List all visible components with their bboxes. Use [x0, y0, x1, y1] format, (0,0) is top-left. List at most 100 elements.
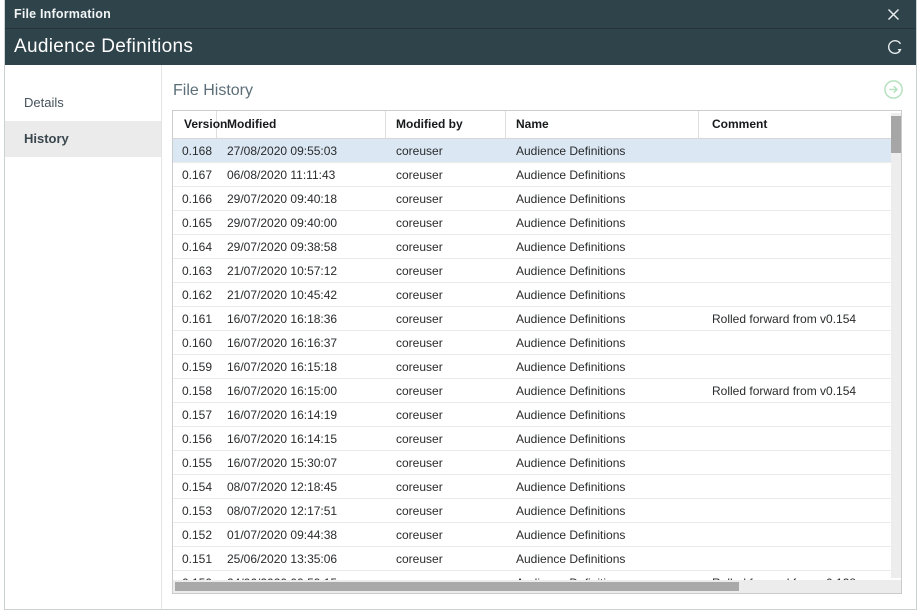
- table-row[interactable]: 0.166 29/07/2020 09:40:18 coreuser Audie…: [173, 187, 891, 211]
- table-row[interactable]: 0.159 16/07/2020 16:15:18 coreuser Audie…: [173, 355, 891, 379]
- cell-modified: 16/07/2020 16:16:37: [217, 336, 386, 350]
- table-row[interactable]: 0.153 08/07/2020 12:17:51 coreuser Audie…: [173, 499, 891, 523]
- cell-version: 0.166: [173, 192, 217, 206]
- cell-modified-by: coreuser: [386, 480, 506, 494]
- cell-version: 0.153: [173, 504, 217, 518]
- cell-modified: 16/07/2020 16:14:19: [217, 408, 386, 422]
- table-row[interactable]: 0.156 16/07/2020 16:14:15 coreuser Audie…: [173, 427, 891, 451]
- cell-name: Audience Definitions: [506, 288, 699, 302]
- vertical-scrollbar-thumb[interactable]: [891, 116, 901, 153]
- cell-modified: 08/07/2020 12:17:51: [217, 504, 386, 518]
- table-body: 0.168 27/08/2020 09:55:03 coreuser Audie…: [173, 139, 891, 580]
- cell-modified: 27/08/2020 09:55:03: [217, 144, 386, 158]
- cell-modified: 16/07/2020 16:14:15: [217, 432, 386, 446]
- refresh-icon: [885, 37, 905, 57]
- sidebar: Details History: [5, 65, 162, 609]
- cell-version: 0.151: [173, 552, 217, 566]
- refresh-button[interactable]: [884, 36, 906, 58]
- cell-name: Audience Definitions: [506, 264, 699, 278]
- cell-version: 0.168: [173, 144, 217, 158]
- cell-modified: 08/07/2020 12:18:45: [217, 480, 386, 494]
- cell-modified-by: coreuser: [386, 144, 506, 158]
- cell-name: Audience Definitions: [506, 552, 699, 566]
- vertical-scrollbar[interactable]: [891, 113, 901, 578]
- subtitle-bar: Audience Definitions: [5, 29, 916, 65]
- cell-version: 0.164: [173, 240, 217, 254]
- cell-name: Audience Definitions: [506, 312, 699, 326]
- cell-version: 0.158: [173, 384, 217, 398]
- table-row[interactable]: 0.154 08/07/2020 12:18:45 coreuser Audie…: [173, 475, 891, 499]
- section-title: File History: [173, 82, 253, 100]
- cell-version: 0.165: [173, 216, 217, 230]
- cell-modified-by: coreuser: [386, 408, 506, 422]
- column-header-modified[interactable]: Modified: [217, 111, 386, 138]
- cell-name: Audience Definitions: [506, 408, 699, 422]
- cell-modified: 21/07/2020 10:57:12: [217, 264, 386, 278]
- cell-version: 0.152: [173, 528, 217, 542]
- cell-name: Audience Definitions: [506, 240, 699, 254]
- cell-modified-by: coreuser: [386, 240, 506, 254]
- cell-modified-by: coreuser: [386, 432, 506, 446]
- cell-modified-by: coreuser: [386, 216, 506, 230]
- cell-name: Audience Definitions: [506, 456, 699, 470]
- cell-modified-by: coreuser: [386, 384, 506, 398]
- column-header-name[interactable]: Name: [506, 111, 699, 138]
- cell-version: 0.159: [173, 360, 217, 374]
- cell-comment: Rolled forward from v0.154: [699, 312, 891, 326]
- cell-version: 0.157: [173, 408, 217, 422]
- cell-comment: Rolled forward from v0.154: [699, 384, 891, 398]
- cell-modified: 16/07/2020 16:15:00: [217, 384, 386, 398]
- cell-name: Audience Definitions: [506, 336, 699, 350]
- table-row[interactable]: 0.151 25/06/2020 13:35:06 coreuser Audie…: [173, 547, 891, 571]
- cell-name: Audience Definitions: [506, 360, 699, 374]
- cell-modified: 25/06/2020 13:35:06: [217, 552, 386, 566]
- roll-forward-button[interactable]: [882, 78, 904, 100]
- dialog-title: File Information: [14, 7, 111, 21]
- cell-modified: 21/07/2020 10:45:42: [217, 288, 386, 302]
- main-panel: File History Version Modified Modified b…: [162, 65, 916, 609]
- table-row[interactable]: 0.158 16/07/2020 16:15:00 coreuser Audie…: [173, 379, 891, 403]
- table-header: Version Modified Modified by Name Commen…: [173, 111, 901, 139]
- cell-modified-by: coreuser: [386, 312, 506, 326]
- table-row[interactable]: 0.161 16/07/2020 16:18:36 coreuser Audie…: [173, 307, 891, 331]
- table-row[interactable]: 0.164 29/07/2020 09:38:58 coreuser Audie…: [173, 235, 891, 259]
- cell-name: Audience Definitions: [506, 216, 699, 230]
- cell-name: Audience Definitions: [506, 384, 699, 398]
- table-row[interactable]: 0.160 16/07/2020 16:16:37 coreuser Audie…: [173, 331, 891, 355]
- cell-name: Audience Definitions: [506, 504, 699, 518]
- cell-modified-by: coreuser: [386, 192, 506, 206]
- cell-modified-by: coreuser: [386, 336, 506, 350]
- table-row[interactable]: 0.150 24/06/2020 09:59:15 coreuser Audie…: [173, 571, 891, 580]
- cell-modified: 29/07/2020 09:38:58: [217, 240, 386, 254]
- arrow-right-circle-icon: [883, 79, 904, 100]
- cell-modified-by: coreuser: [386, 528, 506, 542]
- table-row[interactable]: 0.165 29/07/2020 09:40:00 coreuser Audie…: [173, 211, 891, 235]
- sidebar-item-details[interactable]: Details: [5, 85, 161, 121]
- table-row[interactable]: 0.157 16/07/2020 16:14:19 coreuser Audie…: [173, 403, 891, 427]
- cell-modified-by: coreuser: [386, 504, 506, 518]
- table-row[interactable]: 0.163 21/07/2020 10:57:12 coreuser Audie…: [173, 259, 891, 283]
- close-icon: [886, 7, 901, 22]
- column-header-version[interactable]: Version: [173, 111, 217, 138]
- file-name-title: Audience Definitions: [14, 36, 193, 58]
- table-row[interactable]: 0.152 01/07/2020 09:44:38 coreuser Audie…: [173, 523, 891, 547]
- cell-version: 0.162: [173, 288, 217, 302]
- table-row[interactable]: 0.155 16/07/2020 15:30:07 coreuser Audie…: [173, 451, 891, 475]
- dialog-content: Details History File History Version Mod…: [5, 65, 916, 609]
- cell-name: Audience Definitions: [506, 480, 699, 494]
- table-row[interactable]: 0.167 06/08/2020 11:11:43 coreuser Audie…: [173, 163, 891, 187]
- sidebar-item-history[interactable]: History: [5, 121, 161, 157]
- cell-modified-by: coreuser: [386, 168, 506, 182]
- cell-modified: 29/07/2020 09:40:18: [217, 192, 386, 206]
- table-row[interactable]: 0.168 27/08/2020 09:55:03 coreuser Audie…: [173, 139, 891, 163]
- table-row[interactable]: 0.162 21/07/2020 10:45:42 coreuser Audie…: [173, 283, 891, 307]
- column-header-modified-by[interactable]: Modified by: [386, 111, 506, 138]
- column-header-comment[interactable]: Comment: [699, 111, 901, 138]
- cell-name: Audience Definitions: [506, 192, 699, 206]
- cell-version: 0.154: [173, 480, 217, 494]
- cell-modified-by: coreuser: [386, 264, 506, 278]
- cell-modified: 06/08/2020 11:11:43: [217, 168, 386, 182]
- close-button[interactable]: [882, 3, 904, 25]
- horizontal-scrollbar-thumb[interactable]: [175, 582, 739, 591]
- horizontal-scrollbar[interactable]: [173, 580, 901, 593]
